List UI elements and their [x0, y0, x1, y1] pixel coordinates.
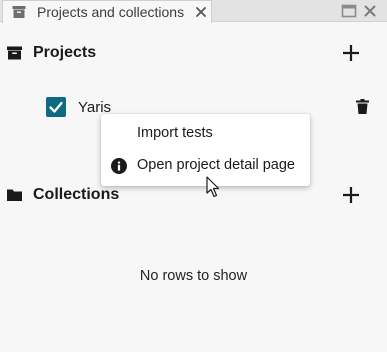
- archive-box-icon: [7, 46, 22, 60]
- menu-item-label: Import tests: [137, 125, 213, 141]
- projects-title: Projects: [33, 44, 97, 61]
- projects-header: Projects: [0, 38, 387, 68]
- folder-icon: [7, 189, 22, 201]
- tab-title: Projects and collections: [37, 4, 185, 20]
- mouse-cursor-icon: [206, 176, 220, 198]
- collections-title: Collections: [33, 186, 120, 203]
- add-project-button[interactable]: [341, 43, 361, 63]
- close-icon[interactable]: [194, 5, 208, 19]
- archive-box-icon: [12, 6, 26, 18]
- checkmark-icon: [49, 101, 63, 113]
- trash-icon[interactable]: [356, 99, 369, 114]
- info-icon: [111, 158, 127, 174]
- menu-item-import-tests[interactable]: Import tests: [101, 118, 310, 150]
- tab-bar: Projects and collections: [0, 0, 387, 23]
- add-collection-button[interactable]: [341, 185, 361, 205]
- menu-item-label: Open project detail page: [137, 157, 295, 173]
- project-checkbox[interactable]: [46, 97, 66, 117]
- tab-projects-and-collections[interactable]: Projects and collections: [2, 0, 212, 23]
- collections-empty-message: No rows to show: [139, 268, 248, 284]
- close-window-icon[interactable]: [362, 3, 378, 19]
- maximize-icon[interactable]: [341, 3, 357, 19]
